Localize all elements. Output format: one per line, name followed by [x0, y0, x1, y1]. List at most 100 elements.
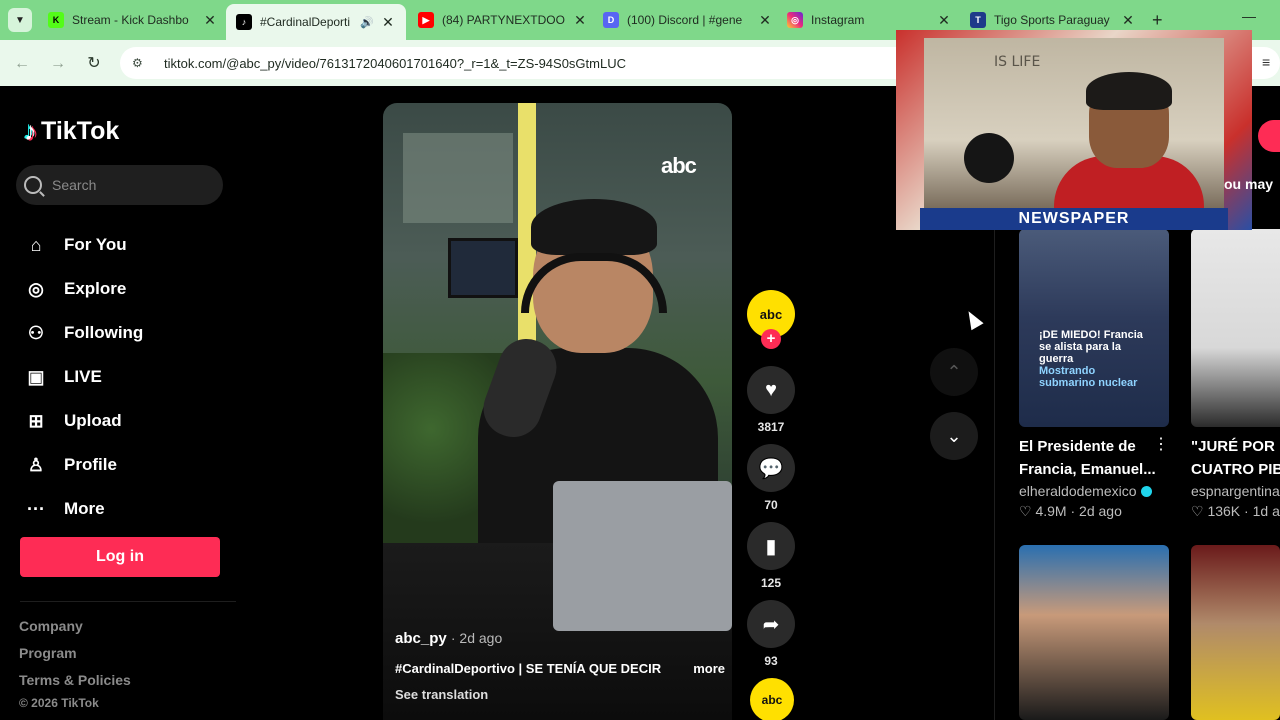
more-options-icon[interactable]: ⋮	[1153, 434, 1169, 454]
copyright: © 2026 TikTok	[19, 696, 99, 710]
video-scene-hair	[531, 199, 657, 255]
caption-more-button[interactable]: more	[693, 661, 725, 676]
close-icon[interactable]: ✕	[1120, 12, 1136, 29]
author-name[interactable]: abc_py	[395, 630, 447, 647]
card-author[interactable]: elheraldodemexico	[1019, 483, 1169, 499]
webcam-person-hair	[1086, 72, 1172, 110]
sidebar-item-label: LIVE	[64, 367, 102, 386]
like-count: 3817	[757, 420, 785, 434]
sidebar-item-live[interactable]: ▣ LIVE	[24, 355, 143, 399]
speaker-icon[interactable]: 🔊	[360, 16, 374, 29]
video-player[interactable]: abc abc_py · 2d ago #CardinalDeportivo |…	[383, 103, 732, 720]
related-video-thumbnail[interactable]	[1019, 545, 1169, 720]
sidebar-item-label: More	[64, 499, 105, 518]
site-info-icon[interactable]: ⚙	[132, 56, 150, 70]
thumbnail-caption-main: ¡DE MIEDO! Francia se alista para la gue…	[1039, 329, 1143, 365]
url-text: tiktok.com/@abc_py/video/761317204060170…	[164, 55, 626, 71]
instagram-icon: ◎	[787, 12, 803, 28]
close-icon[interactable]: ✕	[202, 12, 218, 29]
see-translation-button[interactable]: See translation	[395, 687, 488, 702]
webcam-feed: IS LIFE	[924, 38, 1224, 208]
compass-icon: ◎	[28, 278, 44, 299]
card-stats: ♡ 4.9M · 2d ago	[1019, 503, 1122, 519]
card-time: 2d ago	[1079, 503, 1122, 519]
close-icon[interactable]: ✕	[380, 14, 396, 31]
minimize-button[interactable]: —	[1242, 8, 1256, 24]
tab-discord[interactable]: D (100) Discord | #gene ✕	[603, 6, 773, 34]
related-video-card[interactable]: ¡DE MIEDO! Francia se alista para la gue…	[1019, 229, 1169, 520]
video-scene-window	[403, 133, 513, 223]
card-title[interactable]: "JURÉ POR L CUATRO PIB	[1191, 435, 1280, 481]
related-video-card[interactable]: "JURÉ POR L CUATRO PIB espnargentina ♡ 1…	[1191, 229, 1280, 520]
comment-count: 70	[764, 498, 778, 512]
mouse-cursor	[962, 307, 984, 331]
logo-text: TikTok	[41, 117, 120, 145]
close-icon[interactable]: ✕	[572, 12, 588, 29]
video-caption: #CardinalDeportivo | SE TENÍA QUE DECIR …	[395, 661, 725, 676]
footer-link-program[interactable]: Program	[19, 645, 131, 672]
verified-icon	[1140, 485, 1152, 497]
discord-icon: D	[603, 12, 619, 28]
new-tab-button[interactable]: +	[1152, 10, 1163, 31]
chevron-up-icon: ⌃	[946, 361, 962, 382]
like-button[interactable]: ♥	[747, 366, 795, 414]
back-button[interactable]: ←	[10, 52, 34, 76]
search-input[interactable]: Search	[16, 165, 223, 205]
post-time: · 2d ago	[450, 630, 503, 646]
video-thumbnail[interactable]: ¡DE MIEDO! Francia se alista para la gue…	[1019, 229, 1169, 427]
sound-avatar[interactable]: abc	[750, 678, 794, 720]
tab-youtube[interactable]: ▶ (84) PARTYNEXTDOO ✕	[418, 6, 588, 34]
thumbnail-caption: ¡DE MIEDO! Francia se alista para la gue…	[1039, 329, 1149, 389]
save-button[interactable]: ▮	[747, 522, 795, 570]
abc-watermark: abc	[661, 153, 697, 178]
next-video-button[interactable]: ⌄	[930, 412, 978, 460]
card-likes: 136K	[1207, 503, 1241, 519]
footer-links: Company Program Terms & Policies	[19, 618, 131, 699]
video-thumbnail[interactable]	[1191, 229, 1280, 427]
sidebar-item-more[interactable]: ··· More	[24, 487, 143, 531]
follow-button[interactable]: +	[761, 329, 781, 349]
sidebar-item-explore[interactable]: ◎ Explore	[24, 267, 143, 311]
sidebar-nav: ⌂ For You ◎ Explore ⚇ Following ▣ LIVE ⊞…	[24, 223, 143, 531]
comment-icon: 💬	[758, 457, 784, 480]
sidebar-item-for-you[interactable]: ⌂ For You	[24, 223, 143, 267]
tab-tiktok[interactable]: ♪ #CardinalDeporti 🔊 ✕	[226, 4, 406, 40]
card-author[interactable]: espnargentina	[1191, 483, 1280, 499]
save-count: 125	[760, 576, 782, 590]
sidebar-item-label: Explore	[64, 279, 127, 298]
youtube-icon: ▶	[418, 12, 434, 28]
footer-link-terms[interactable]: Terms & Policies	[19, 672, 131, 699]
close-icon[interactable]: ✕	[936, 12, 952, 29]
video-author[interactable]: abc_py · 2d ago	[395, 630, 502, 647]
tab-title: (100) Discord | #gene	[627, 13, 743, 27]
sidebar-item-upload[interactable]: ⊞ Upload	[24, 399, 143, 443]
search-placeholder: Search	[52, 177, 97, 193]
related-video-thumbnail[interactable]	[1191, 545, 1280, 720]
login-button[interactable]: Log in	[20, 537, 220, 577]
profile-icon: ♙	[27, 454, 45, 475]
footer-link-company[interactable]: Company	[19, 618, 131, 645]
menu-icon[interactable]: ≡	[1262, 54, 1270, 70]
reload-button[interactable]: ↻	[82, 52, 106, 76]
card-stats: ♡ 136K · 1d a	[1191, 503, 1280, 519]
tab-title: Stream - Kick Dashbo	[72, 13, 189, 27]
chevron-down-icon: ⌄	[946, 425, 962, 446]
close-icon[interactable]: ✕	[757, 12, 773, 29]
following-icon: ⚇	[27, 322, 45, 343]
sidebar-item-label: Following	[64, 323, 144, 342]
webcam-microphone	[964, 133, 1014, 183]
forward-button[interactable]: →	[46, 52, 70, 76]
tiktok-logo[interactable]: ♪ TikTok	[24, 116, 119, 147]
share-button[interactable]: ➦	[747, 600, 795, 648]
home-icon: ⌂	[30, 234, 42, 255]
card-title[interactable]: El Presidente de Francia, Emanuel...	[1019, 435, 1169, 481]
tab-search-button[interactable]: ▼	[8, 8, 32, 32]
tab-kick[interactable]: K Stream - Kick Dashbo ✕	[48, 6, 218, 34]
previous-video-button[interactable]: ⌃	[930, 348, 978, 396]
tab-title: (84) PARTYNEXTDOO	[442, 13, 565, 27]
sidebar-item-profile[interactable]: ♙ Profile	[24, 443, 143, 487]
caption-text[interactable]: #CardinalDeportivo | SE TENÍA QUE DECIR	[395, 661, 685, 676]
sidebar-item-following[interactable]: ⚇ Following	[24, 311, 143, 355]
comment-button[interactable]: 💬	[747, 444, 795, 492]
tigo-icon: T	[970, 12, 986, 28]
